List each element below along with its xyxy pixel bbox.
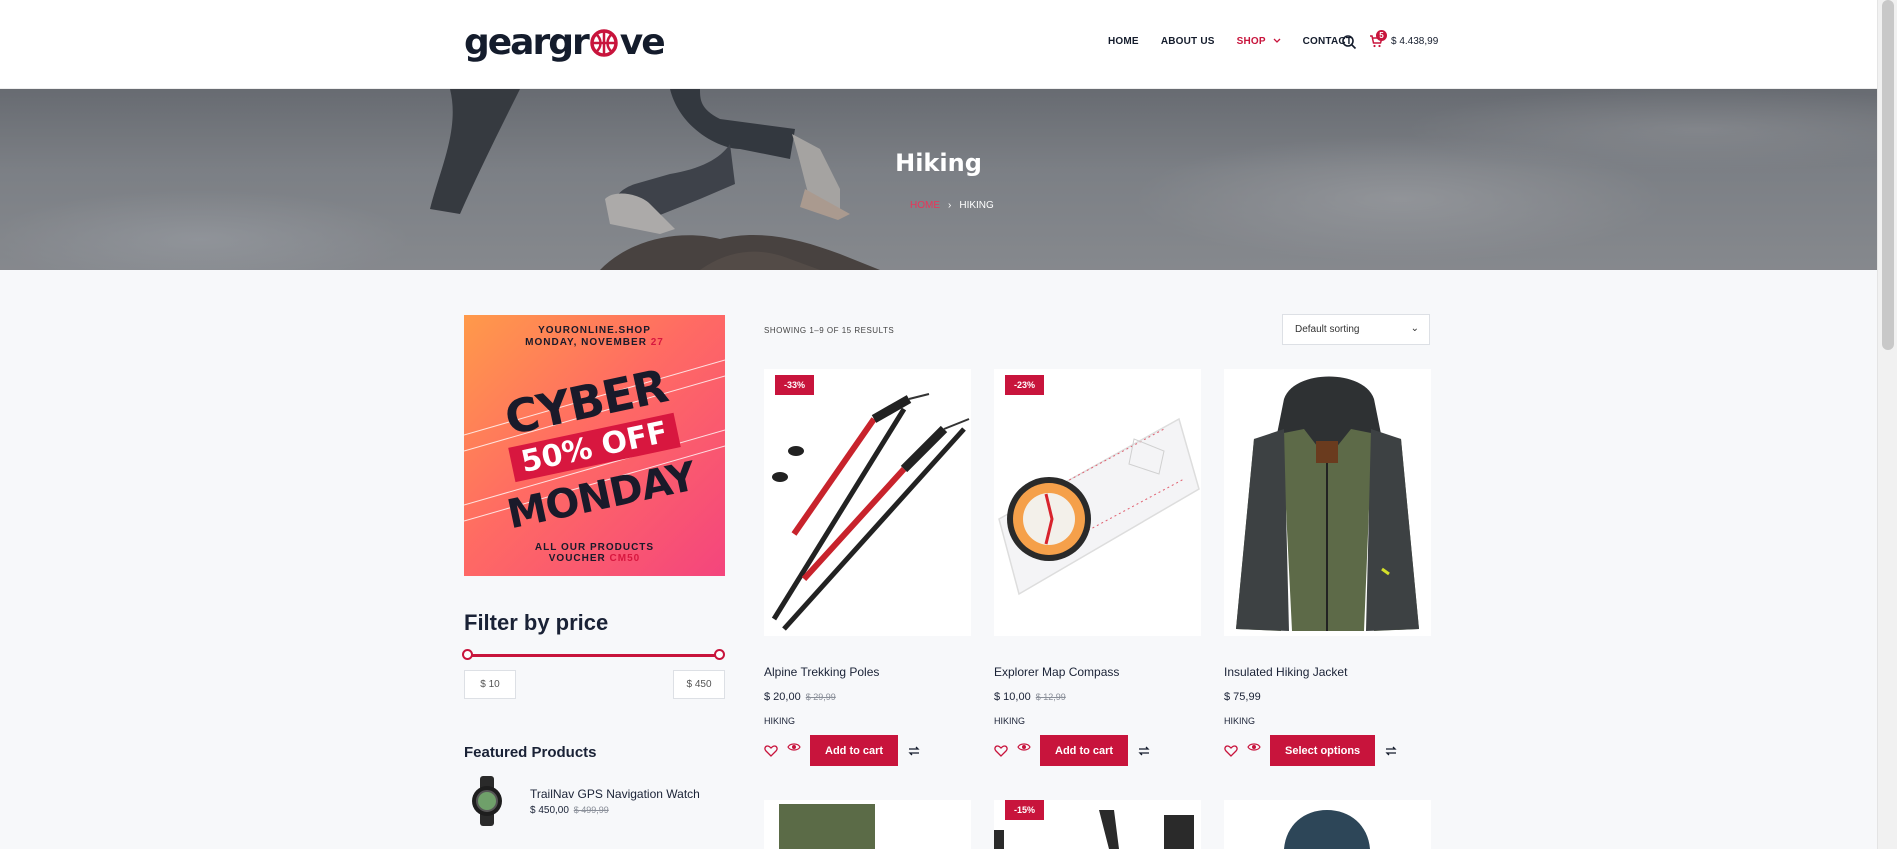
banner-voucher-code: CM50 (609, 553, 641, 564)
eye-icon[interactable] (1247, 740, 1261, 754)
breadcrumb: HOME › HIKING (910, 200, 994, 211)
heart-icon[interactable] (994, 744, 1008, 758)
price-current: $ 10,00 (994, 691, 1031, 703)
price-current: $ 20,00 (764, 691, 801, 703)
scrollbar-thumb[interactable] (1882, 0, 1894, 350)
featured-product-price: $ 450,00 $ 499,99 (530, 805, 700, 816)
product-price: $ 20,00 $ 29,99 (764, 691, 836, 703)
gps-watch-image (472, 776, 502, 826)
hero-banner: Hiking (0, 89, 1877, 270)
price-slider-track[interactable] (467, 654, 721, 657)
heart-icon[interactable] (1224, 744, 1238, 758)
compass-image (994, 369, 1201, 636)
price-old: $ 12,99 (1035, 692, 1066, 702)
chevron-down-icon (1273, 38, 1281, 43)
site-header: geargr ve HOME ABOUT US SHOP CONTACT 5 $ … (0, 0, 1877, 89)
jacket-image (1224, 369, 1431, 636)
featured-price-current: $ 450,00 (530, 805, 569, 816)
page-title: Hiking (895, 149, 982, 177)
discount-badge: -23% (1005, 375, 1045, 395)
result-count: SHOWING 1–9 OF 15 RESULTS (764, 326, 895, 335)
compare-icon[interactable] (1137, 744, 1151, 758)
nav-about-us[interactable]: ABOUT US (1161, 36, 1215, 47)
sort-select[interactable]: Default sorting ⌄ (1282, 314, 1430, 345)
page-scrollbar[interactable] (1877, 0, 1897, 849)
compare-icon[interactable] (1384, 744, 1398, 758)
price-min-field[interactable]: $ 10 (464, 670, 516, 699)
product-image[interactable] (764, 800, 971, 849)
banner-footer-text: ALL OUR PRODUCTS VOUCHER CM50 (464, 542, 725, 564)
product-image[interactable] (1224, 800, 1431, 849)
product-actions: Add to cart (994, 735, 1151, 766)
product-image[interactable]: -15% (994, 800, 1201, 849)
heart-icon[interactable] (764, 744, 778, 758)
price-slider-min-handle[interactable] (462, 649, 473, 660)
eye-icon[interactable] (787, 740, 801, 754)
product-image[interactable]: -23% (994, 369, 1201, 636)
product-name[interactable]: Alpine Trekking Poles (764, 665, 879, 679)
main-nav: HOME ABOUT US SHOP CONTACT (1108, 36, 1352, 47)
hero-overlay (0, 89, 1877, 270)
breadcrumb-home[interactable]: HOME (910, 200, 940, 211)
eye-icon[interactable] (1017, 740, 1031, 754)
nav-shop-label: SHOP (1236, 36, 1266, 47)
breadcrumb-separator: › (948, 200, 952, 211)
featured-price-old: $ 499,99 (573, 805, 609, 815)
product-name[interactable]: Insulated Hiking Jacket (1224, 665, 1347, 679)
product-name[interactable]: Explorer Map Compass (994, 665, 1119, 679)
add-to-cart-button[interactable]: Add to cart (810, 735, 899, 766)
site-logo[interactable]: geargr ve (464, 22, 666, 63)
nav-home[interactable]: HOME (1108, 36, 1139, 47)
logo-text-left: geargr (464, 22, 590, 63)
price-current: $ 75,99 (1224, 691, 1261, 703)
nav-shop[interactable]: SHOP (1237, 36, 1281, 47)
price-slider-max-handle[interactable] (714, 649, 725, 660)
price-max-field[interactable]: $ 450 (673, 670, 725, 699)
chevron-down-icon: ⌄ (1410, 323, 1419, 334)
product-category[interactable]: HIKING (1224, 716, 1255, 726)
jacket-blue-image (1224, 800, 1431, 849)
discount-badge: -15% (1005, 800, 1045, 820)
product-image[interactable]: -33% (764, 369, 971, 636)
sleeping-bag-image (764, 800, 971, 849)
breadcrumb-current: HIKING (959, 200, 994, 211)
cart-button[interactable]: 5 $ 4.438,99 (1369, 30, 1439, 48)
featured-product-item[interactable]: TrailNav GPS Navigation Watch $ 450,00 $… (464, 776, 700, 826)
price-old: $ 29,99 (805, 692, 836, 702)
sort-select-value: Default sorting (1295, 324, 1360, 335)
product-actions: Select options (1224, 735, 1398, 766)
product-price: $ 75,99 (1224, 691, 1261, 703)
add-to-cart-button[interactable]: Add to cart (1040, 735, 1129, 766)
select-options-button[interactable]: Select options (1270, 735, 1376, 766)
cyber-monday-banner[interactable]: YOURONLINE.SHOP MONDAY, NOVEMBER 27 CYBE… (464, 315, 725, 576)
compare-icon[interactable] (907, 744, 921, 758)
product-category[interactable]: HIKING (994, 716, 1025, 726)
trekking-poles-image (764, 369, 971, 636)
basketball-icon (590, 29, 618, 57)
cart-total: $ 4.438,99 (1391, 35, 1439, 47)
search-icon[interactable] (1341, 34, 1357, 50)
product-price: $ 10,00 $ 12,99 (994, 691, 1066, 703)
product-category[interactable]: HIKING (764, 716, 795, 726)
banner-voucher: VOUCHER CM50 (464, 553, 725, 564)
discount-badge: -33% (775, 375, 815, 395)
product-image[interactable] (1224, 369, 1431, 636)
product-actions: Add to cart (764, 735, 921, 766)
featured-product-info: TrailNav GPS Navigation Watch $ 450,00 $… (530, 776, 700, 826)
featured-products-title: Featured Products (464, 744, 597, 761)
banner-products-text: ALL OUR PRODUCTS (534, 542, 655, 553)
cart-count-badge: 5 (1376, 30, 1387, 41)
logo-text-right: ve (619, 22, 666, 63)
banner-voucher-label: VOUCHER (548, 553, 610, 564)
featured-product-name[interactable]: TrailNav GPS Navigation Watch (530, 787, 700, 801)
filter-price-title: Filter by price (464, 610, 609, 635)
